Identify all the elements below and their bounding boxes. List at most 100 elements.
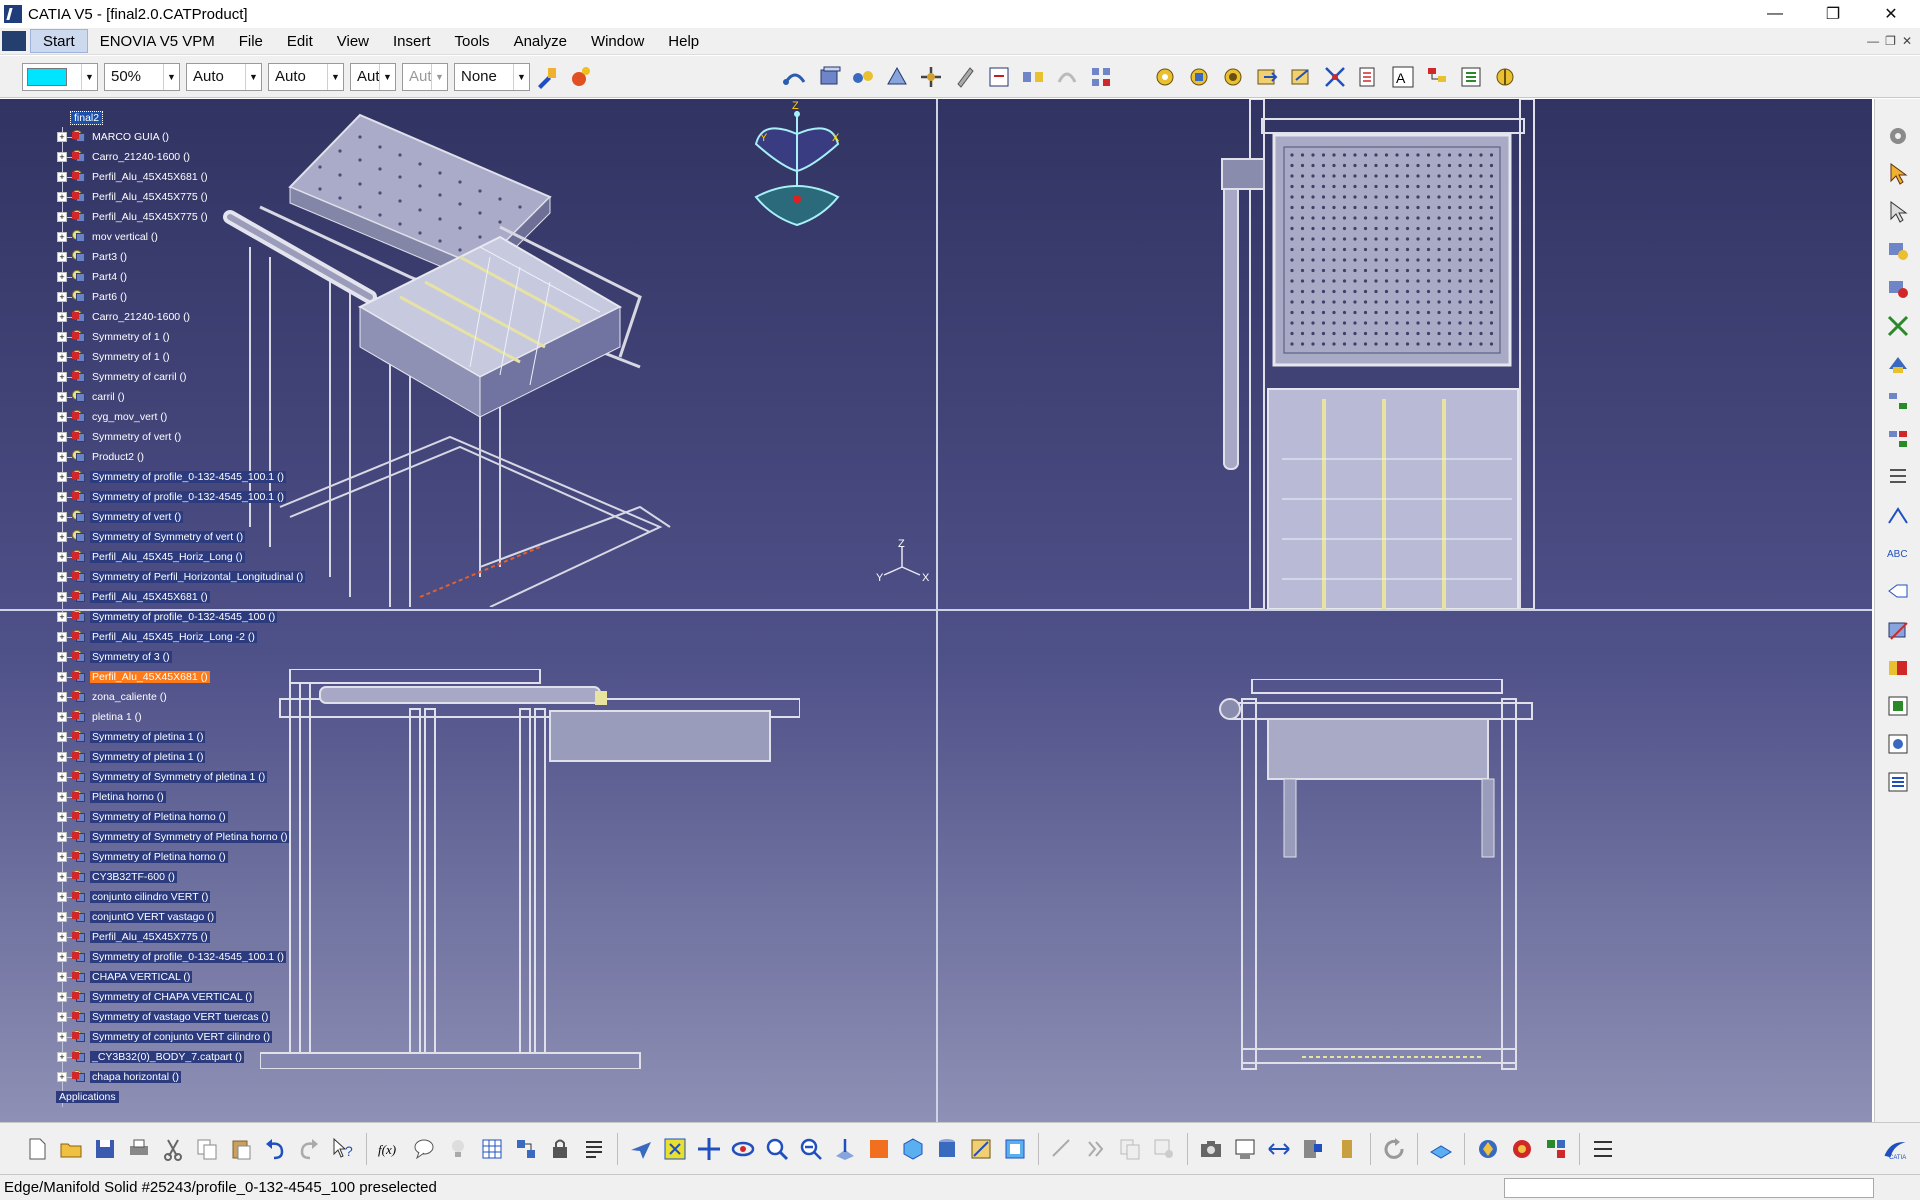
expand-icon[interactable]: + [57, 372, 67, 382]
replace-component-icon[interactable] [1883, 349, 1913, 379]
expand-icon[interactable]: + [57, 452, 67, 462]
tree-node[interactable]: + Symmetry of Symmetry of vert () [54, 527, 354, 547]
expand-icon[interactable]: + [57, 612, 67, 622]
formula-icon[interactable]: f(x) [375, 1134, 405, 1164]
tree-node[interactable]: + Symmetry of vert () [54, 427, 354, 447]
sketch-icon[interactable] [1047, 1134, 1077, 1164]
new-file-icon[interactable] [22, 1134, 52, 1164]
expand-icon[interactable]: + [57, 312, 67, 322]
distance-band-icon[interactable] [1018, 62, 1048, 92]
expand-icon[interactable]: + [57, 292, 67, 302]
expand-icon[interactable]: + [57, 152, 67, 162]
expand-icon[interactable]: + [57, 512, 67, 522]
tree-node[interactable]: + Carro_21240-1600 () [54, 307, 354, 327]
power-input-field[interactable] [1504, 1177, 1874, 1198]
iso-view-icon[interactable] [898, 1134, 928, 1164]
compass[interactable]: Z Y X [742, 99, 852, 229]
expand-icon[interactable]: + [57, 952, 67, 962]
tree-node[interactable]: + Perfil_Alu_45X45X775 () [54, 207, 354, 227]
tree-node[interactable]: + Symmetry of pletina 1 () [54, 727, 354, 747]
constraint-icon[interactable] [780, 62, 810, 92]
close-button[interactable]: ✕ [1862, 0, 1920, 28]
expand-icon[interactable]: + [57, 352, 67, 362]
tree-node[interactable]: + Symmetry of Pletina horno () [54, 847, 354, 867]
color-combo[interactable]: ▼ [22, 62, 98, 91]
gear-product-icon[interactable] [1184, 62, 1214, 92]
zoom-out-icon[interactable] [796, 1134, 826, 1164]
tree-node[interactable]: + CHAPA VERTICAL () [54, 967, 354, 987]
bulb-icon[interactable] [443, 1134, 473, 1164]
tree-node[interactable]: + cyg_mov_vert () [54, 407, 354, 427]
tree-node[interactable]: + Symmetry of CHAPA VERTICAL () [54, 987, 354, 1007]
expand-icon[interactable]: + [57, 892, 67, 902]
tree-node[interactable]: + Product2 () [54, 447, 354, 467]
lighting-icon[interactable] [1541, 1134, 1571, 1164]
fast-multi-instantiation-icon[interactable] [1218, 62, 1248, 92]
render-style-icon[interactable] [1473, 1134, 1503, 1164]
normal-view-icon[interactable] [830, 1134, 860, 1164]
line-thickness-combo[interactable]: Auto ▼ [186, 62, 262, 91]
expand-icon[interactable]: + [57, 1012, 67, 1022]
tree-view-icon[interactable] [1422, 62, 1452, 92]
painter-brush-icon[interactable] [532, 62, 562, 92]
tree-root[interactable]: final2 [54, 109, 354, 127]
tree-node[interactable]: + carril () [54, 387, 354, 407]
multi-view-icon[interactable] [864, 1134, 894, 1164]
publication-icon[interactable] [1286, 62, 1316, 92]
section-icon[interactable] [1883, 615, 1913, 645]
rendering-combo[interactable]: Aut ▼ [402, 62, 448, 91]
reuse-pattern-icon[interactable] [1086, 62, 1116, 92]
expand-icon[interactable]: + [57, 752, 67, 762]
tree-node[interactable]: + Symmetry of profile_0-132-4545_100.1 () [54, 467, 354, 487]
print-icon[interactable] [124, 1134, 154, 1164]
tree-node[interactable]: + Part6 () [54, 287, 354, 307]
tree-node[interactable]: + chapa horizontal () [54, 1067, 354, 1087]
fit-all-icon[interactable] [660, 1134, 690, 1164]
tree-node[interactable]: + zona_caliente () [54, 687, 354, 707]
line-type-combo[interactable]: Auto ▼ [268, 62, 344, 91]
shading-icon[interactable] [932, 1134, 962, 1164]
flag-note-icon[interactable] [1883, 577, 1913, 607]
expand-icon[interactable]: + [57, 992, 67, 1002]
expand-icon[interactable]: + [57, 412, 67, 422]
save-icon[interactable] [90, 1134, 120, 1164]
lock-icon[interactable] [545, 1134, 575, 1164]
menu-help[interactable]: Help [656, 29, 711, 53]
expand-icon[interactable]: + [57, 592, 67, 602]
gear-workbench-icon[interactable] [1883, 121, 1913, 151]
expand-icon[interactable]: + [57, 812, 67, 822]
menu-enovia[interactable]: ENOVIA V5 VPM [88, 29, 227, 53]
layer-filter-icon[interactable] [1426, 1134, 1456, 1164]
snap-icon[interactable] [882, 62, 912, 92]
move-icon[interactable] [1883, 197, 1913, 227]
3d-viewport[interactable]: Z Y X Z Y X final2 + MARCO GUIA () + Car… [0, 99, 1872, 1122]
table-icon[interactable] [477, 1134, 507, 1164]
expand-icon[interactable]: + [57, 332, 67, 342]
tree-node[interactable]: + _CY3B32(0)_BODY_7.catpart () [54, 1047, 354, 1067]
menu-tools[interactable]: Tools [443, 29, 502, 53]
tree-node[interactable]: + Perfil_Alu_45X45X681 () [54, 587, 354, 607]
redo-icon[interactable] [294, 1134, 324, 1164]
tree-node[interactable]: + pletina 1 () [54, 707, 354, 727]
measure-between-icon[interactable] [1264, 1134, 1294, 1164]
refresh-icon[interactable] [1379, 1134, 1409, 1164]
tree-node[interactable]: + Symmetry of 3 () [54, 647, 354, 667]
swap-visible-space-icon[interactable] [1000, 1134, 1030, 1164]
graphic-properties-wizard-icon[interactable] [566, 62, 596, 92]
expand-icon[interactable]: + [57, 492, 67, 502]
expand-icon[interactable]: + [57, 272, 67, 282]
tree-node[interactable]: + CY3B32TF-600 () [54, 867, 354, 887]
copy-icon[interactable] [192, 1134, 222, 1164]
expand-icon[interactable]: + [57, 132, 67, 142]
expand-icon[interactable]: + [57, 712, 67, 722]
document-icon[interactable] [2, 31, 26, 51]
knowledge-icon[interactable] [1883, 729, 1913, 759]
tree-node[interactable]: + Perfil_Alu_45X45X681 () [54, 167, 354, 187]
document-table-icon[interactable] [1883, 767, 1913, 797]
expand-icon[interactable]: + [57, 672, 67, 682]
expand-icon[interactable]: + [57, 932, 67, 942]
expand-icon[interactable]: + [57, 212, 67, 222]
measure-item-icon[interactable] [1298, 1134, 1328, 1164]
list-icon[interactable] [579, 1134, 609, 1164]
tree-node[interactable]: + Perfil_Alu_45X45_Horiz_Long () [54, 547, 354, 567]
